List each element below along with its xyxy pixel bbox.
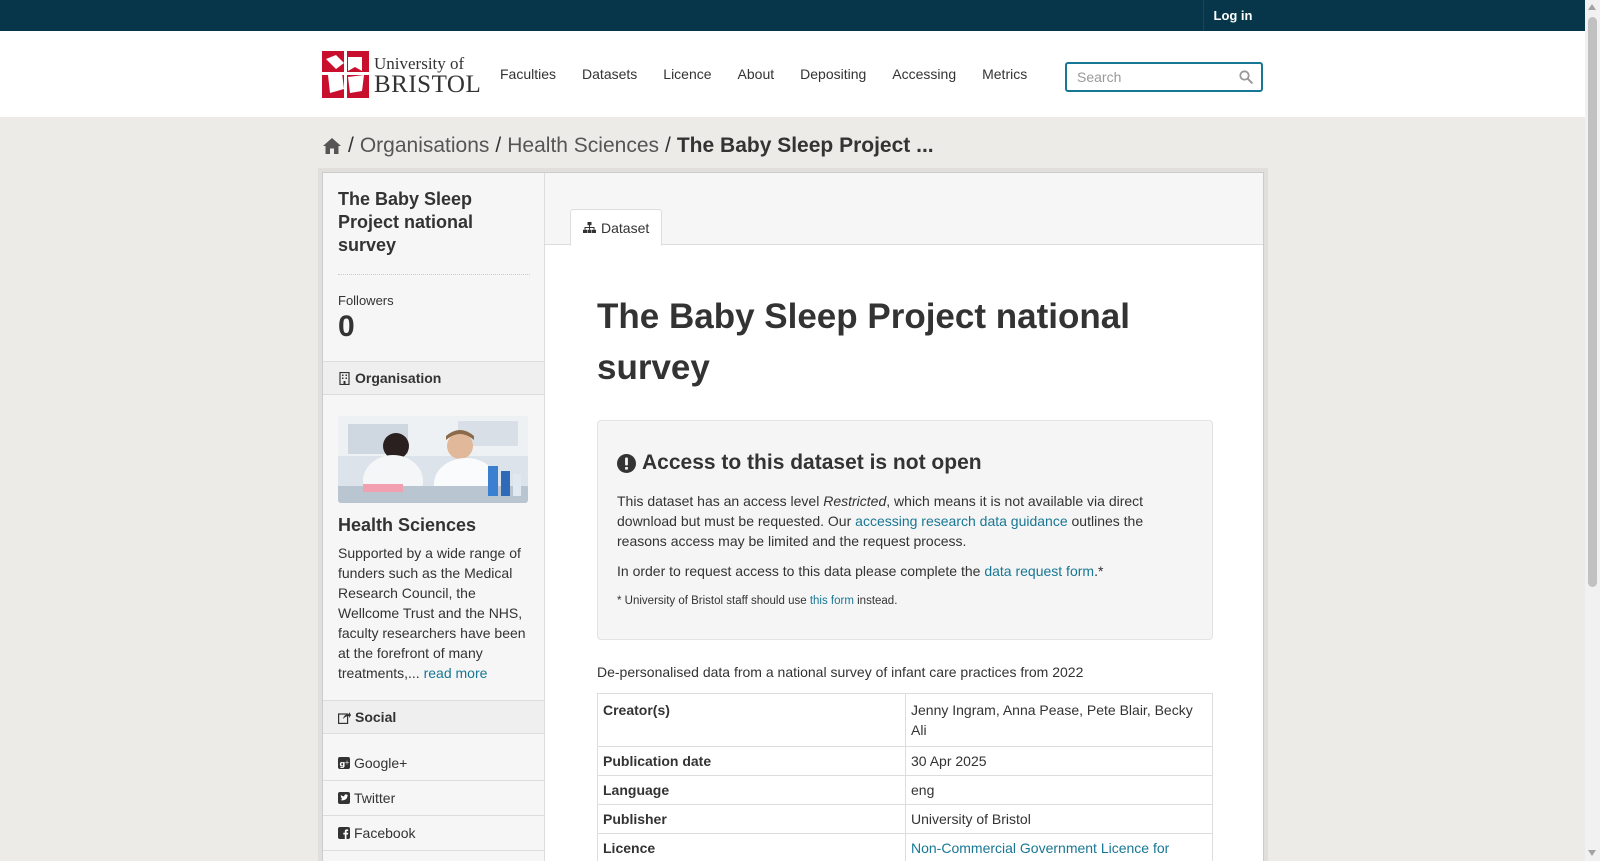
login-link[interactable]: Log in bbox=[1203, 0, 1262, 31]
page-header: Dataset bbox=[545, 173, 1263, 246]
nav-datasets[interactable]: Datasets bbox=[569, 31, 650, 117]
share-icon bbox=[338, 711, 351, 724]
row-value: Jenny Ingram, Anna Pease, Pete Blair, Be… bbox=[905, 693, 1213, 747]
alert-heading-text: Access to this dataset is not open bbox=[642, 451, 982, 474]
facebook-icon bbox=[338, 827, 350, 839]
followers-label: Followers bbox=[338, 293, 394, 308]
read-more-link[interactable]: read more bbox=[424, 665, 488, 681]
dataset-title: The Baby Sleep Project national survey bbox=[597, 297, 1130, 387]
scrollbar-thumb[interactable] bbox=[1588, 17, 1597, 587]
breadcrumb-health-sciences[interactable]: Health Sciences bbox=[507, 134, 659, 158]
divider bbox=[338, 274, 530, 275]
scroll-down-arrow-icon[interactable] bbox=[1588, 850, 1596, 856]
organisation-description: Supported by a wide range of funders suc… bbox=[338, 545, 526, 681]
search-input[interactable] bbox=[1067, 64, 1237, 90]
tab-dataset-label: Dataset bbox=[601, 219, 650, 236]
page-scrollbar[interactable] bbox=[1585, 0, 1600, 861]
social-heading: Social bbox=[323, 700, 544, 734]
access-alert: Access to this dataset is not open This … bbox=[597, 420, 1213, 640]
account-masthead: Log in bbox=[0, 0, 1585, 31]
table-row: Licence Non-Commercial Government Licenc… bbox=[597, 833, 1213, 861]
row-value: 30 Apr 2025 bbox=[905, 746, 1213, 776]
primary-content: Dataset The Baby Sleep Project national … bbox=[545, 173, 1263, 861]
crest-icon bbox=[322, 51, 369, 98]
nav-depositing[interactable]: Depositing bbox=[787, 31, 879, 117]
scroll-up-arrow-icon[interactable] bbox=[1588, 4, 1596, 10]
nav-metrics[interactable]: Metrics bbox=[969, 31, 1040, 117]
home-icon[interactable] bbox=[322, 137, 342, 155]
data-request-form-link[interactable]: data request form bbox=[984, 563, 1094, 579]
row-label: Licence bbox=[597, 833, 906, 861]
nav-accessing[interactable]: Accessing bbox=[879, 31, 969, 117]
alert-heading: Access to this dataset is not open bbox=[617, 451, 982, 475]
row-value: Non-Commercial Government Licence for pu… bbox=[905, 833, 1213, 861]
social-heading-label: Social bbox=[355, 709, 397, 725]
row-label: Publisher bbox=[597, 804, 906, 834]
exclamation-circle-icon bbox=[617, 453, 636, 473]
nav-faculties[interactable]: Faculties bbox=[487, 31, 569, 117]
organisation-heading: Organisation bbox=[323, 361, 544, 395]
organisation-name[interactable]: Health Sciences bbox=[338, 515, 476, 536]
access-level: Restricted bbox=[823, 493, 887, 509]
site-header: University of BRISTOL Faculties Datasets… bbox=[0, 31, 1585, 117]
organisation-image[interactable] bbox=[338, 416, 528, 503]
access-guidance-link[interactable]: accessing research data guidance bbox=[855, 513, 1067, 529]
staff-form-link[interactable]: this form bbox=[810, 595, 854, 607]
google-plus-icon: g + bbox=[338, 757, 350, 769]
twitter-icon bbox=[338, 792, 350, 804]
tab-dataset[interactable]: Dataset bbox=[570, 209, 663, 246]
social-list: g + Google+ Twitter Facebook bbox=[323, 746, 544, 851]
alert-access-level-text: This dataset has an access level Restric… bbox=[617, 493, 1144, 549]
table-row: Publisher University of Bristol bbox=[597, 804, 1213, 834]
row-value: eng bbox=[905, 775, 1213, 805]
additional-info-table: Creator(s) Jenny Ingram, Anna Pease, Pet… bbox=[597, 693, 1213, 861]
social-facebook[interactable]: Facebook bbox=[323, 816, 544, 851]
alert-request-text: In order to request access to this data … bbox=[617, 563, 1104, 579]
nav-about[interactable]: About bbox=[725, 31, 788, 117]
search-icon[interactable] bbox=[1239, 70, 1253, 84]
row-value: University of Bristol bbox=[905, 804, 1213, 834]
breadcrumb: / Organisations / Health Sciences / The … bbox=[322, 131, 934, 161]
table-row: Publication date 30 Apr 2025 bbox=[597, 746, 1213, 776]
nav-licence[interactable]: Licence bbox=[650, 31, 724, 117]
row-label: Publication date bbox=[597, 746, 906, 776]
university-logo[interactable]: University of BRISTOL bbox=[322, 51, 482, 98]
row-label: Creator(s) bbox=[597, 693, 906, 747]
alert-staff-note: * University of Bristol staff should use… bbox=[617, 595, 898, 607]
main-nav: Faculties Datasets Licence About Deposit… bbox=[487, 31, 1040, 117]
building-icon bbox=[339, 371, 350, 385]
dataset-notes: De-personalised data from a national sur… bbox=[597, 664, 1084, 680]
breadcrumb-separator: / bbox=[495, 134, 502, 157]
sidebar-dataset-title: The Baby Sleep Project national survey bbox=[338, 189, 474, 255]
sidebar: The Baby Sleep Project national survey F… bbox=[323, 173, 545, 861]
breadcrumb-separator: / bbox=[348, 134, 354, 157]
site-search bbox=[1065, 62, 1263, 92]
social-google-plus[interactable]: g + Google+ bbox=[323, 746, 544, 781]
row-label: Language bbox=[597, 775, 906, 805]
licence-link[interactable]: Non-Commercial Government Licence for pu… bbox=[911, 840, 1169, 861]
breadcrumb-separator: / bbox=[665, 134, 671, 157]
organisation-heading-label: Organisation bbox=[355, 370, 442, 386]
breadcrumb-current[interactable]: The Baby Sleep Project ... bbox=[677, 134, 934, 158]
svg-text:+: + bbox=[345, 760, 350, 767]
social-twitter[interactable]: Twitter bbox=[323, 781, 544, 816]
breadcrumb-organisations[interactable]: Organisations bbox=[360, 134, 490, 158]
table-row: Language eng bbox=[597, 775, 1213, 805]
table-row: Creator(s) Jenny Ingram, Anna Pease, Pet… bbox=[597, 693, 1213, 747]
sitemap-icon bbox=[583, 221, 596, 233]
followers-count: 0 bbox=[338, 310, 355, 343]
main-wrapper: The Baby Sleep Project national survey F… bbox=[322, 172, 1264, 861]
logo-line-2: BRISTOL bbox=[374, 71, 482, 98]
